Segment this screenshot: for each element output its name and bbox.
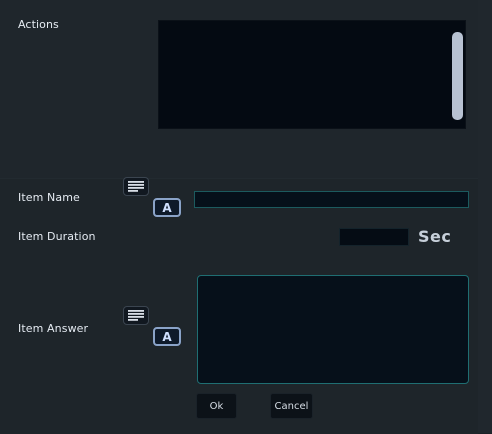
list-icon [128,310,144,321]
item-name-font-button[interactable]: A [153,198,181,217]
item-answer-textarea[interactable] [197,275,469,384]
cancel-button[interactable]: Cancel [270,393,313,419]
actions-label: Actions [18,18,59,31]
list-icon [128,181,144,192]
ok-button[interactable]: Ok [196,393,237,419]
item-answer-label: Item Answer [18,322,89,335]
window-edge [478,0,492,433]
actions-list[interactable] [158,20,466,129]
item-name-input[interactable] [194,191,469,208]
item-duration-label: Item Duration [18,230,96,243]
item-name-label: Item Name [18,191,80,204]
item-name-list-button[interactable] [123,177,149,196]
actions-scrollbar[interactable] [452,32,463,120]
seconds-unit-label: Sec [418,227,452,246]
item-duration-input[interactable] [339,228,409,246]
item-editor-dialog: Actions Item Name A Item Duration Sec It… [0,0,479,434]
item-answer-font-button[interactable]: A [153,327,181,346]
item-answer-list-button[interactable] [123,306,149,325]
